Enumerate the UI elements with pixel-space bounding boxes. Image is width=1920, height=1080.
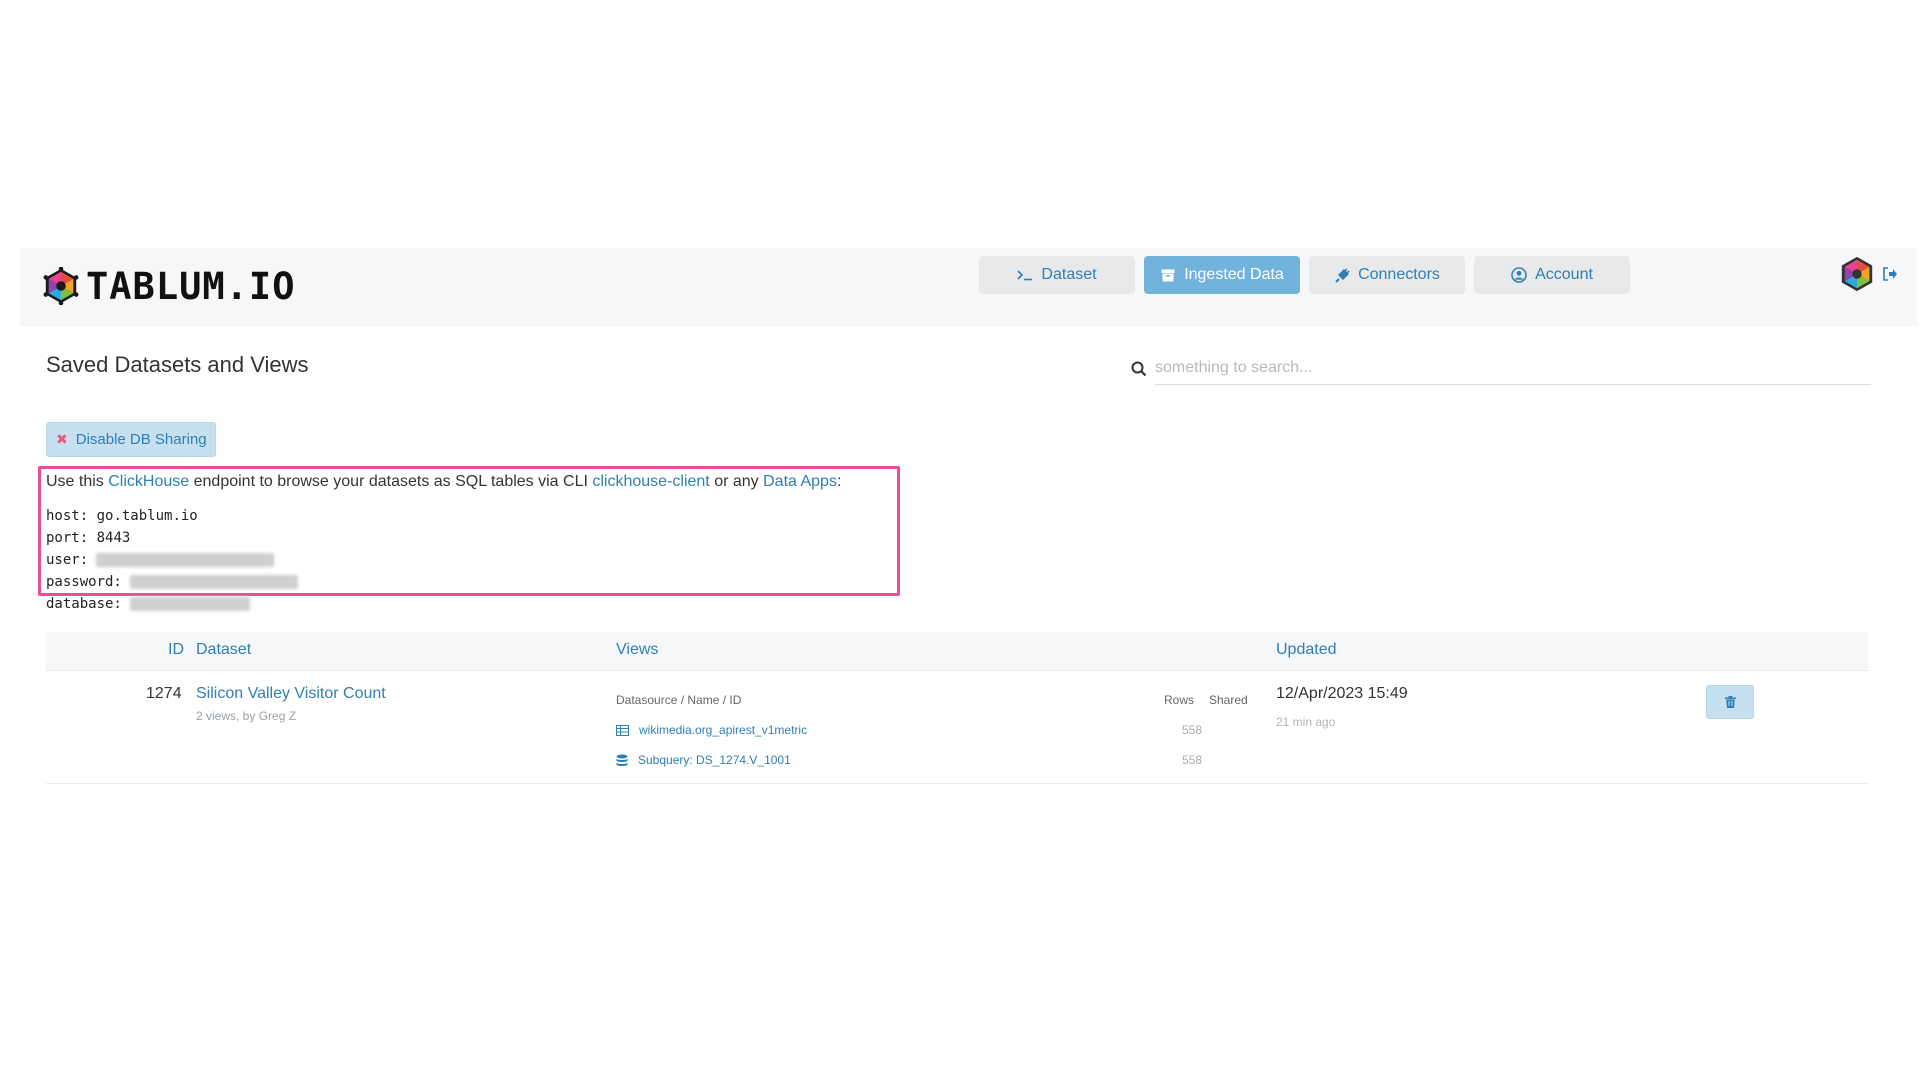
table-icon [616,724,629,736]
search-bar [1131,352,1871,388]
nav-ingested-data-label: Ingested Data [1184,266,1284,283]
brand-logo[interactable]: TABLUM.IO [42,256,295,316]
view-item-label: wikimedia.org_apirest_v1metric [639,723,808,737]
dataset-meta: 2 views, by Greg Z [196,709,297,723]
header-views[interactable]: Views [616,641,658,659]
user-avatar[interactable] [1838,255,1876,293]
database-label: database: [46,596,122,612]
logout-icon[interactable] [1882,267,1898,281]
user-label: user: [46,552,89,568]
nav-dataset-label: Dataset [1041,266,1097,283]
disable-db-sharing-label: Disable DB Sharing [75,431,207,448]
password-value-redacted [129,575,298,589]
trash-icon [1724,696,1736,708]
user-area [1838,255,1898,293]
user-row: user: [46,549,298,571]
user-circle-icon [1511,267,1527,283]
search-input[interactable] [1155,352,1871,385]
nav-connectors-button[interactable]: Connectors [1309,256,1465,294]
nav-account-button[interactable]: Account [1474,256,1630,294]
endpoint-info-box: Use this ClickHouse endpoint to browse y… [38,466,900,612]
view-item[interactable]: wikimedia.org_apirest_v1metric [616,723,807,737]
updated-relative: 21 min ago [1276,715,1336,729]
brand-name: TABLUM.IO [86,264,296,308]
endpoint-text-4: : [836,473,842,490]
endpoint-description: Use this ClickHouse endpoint to browse y… [46,473,841,491]
shared-subheader: Shared [1209,693,1248,707]
port-label: port: [46,530,89,546]
close-icon: ✖ [56,431,68,447]
archive-icon [1160,267,1176,283]
clickhouse-client-link[interactable]: clickhouse-client [592,473,709,490]
views-subheader: Datasource / Name / ID [616,693,742,707]
port-value: 8443 [96,530,131,546]
database-icon [616,754,628,766]
password-label: password: [46,574,122,590]
password-row: password: [46,571,298,593]
endpoint-text-2: endpoint to browse your datasets as SQL … [189,473,593,490]
disable-db-sharing-button[interactable]: ✖ Disable DB Sharing [46,422,216,457]
header-dataset[interactable]: Dataset [196,641,251,659]
clickhouse-link[interactable]: ClickHouse [108,473,189,490]
table-header: ID Dataset Views Updated [46,632,1868,671]
host-row: host: go.tablum.io [46,505,298,527]
app-window: TABLUM.IO Dataset Ingested Data Connecto… [20,248,1918,786]
dataset-id: 1274 [146,685,182,702]
updated-date: 12/Apr/2023 15:49 [1276,685,1408,702]
tablum-logo-icon [43,267,79,305]
credentials-block: host: go.tablum.io port: 8443 user: pass… [46,505,298,615]
rows-subheader: Rows [1164,693,1195,707]
nav-connectors-label: Connectors [1358,266,1440,283]
terminal-icon [1017,267,1033,283]
table-row: 1274 Silicon Valley Visitor Count 2 view… [46,671,1868,784]
view-row-count: 558 [1182,723,1203,737]
search-icon [1131,361,1147,377]
datasets-table: ID Dataset Views Updated 1274 Silicon Va… [46,632,1868,784]
data-apps-link[interactable]: Data Apps [763,473,837,490]
nav-account-label: Account [1535,266,1593,283]
view-item[interactable]: Subquery: DS_1274.V_1001 [616,753,791,767]
database-row: database: [46,593,298,615]
view-item-label: Subquery: DS_1274.V_1001 [638,753,791,767]
header-id[interactable]: ID [168,641,184,659]
view-row-count: 558 [1182,753,1203,767]
host-value: go.tablum.io [96,508,198,524]
host-label: host: [46,508,89,524]
nav-ingested-data-button[interactable]: Ingested Data [1144,256,1300,294]
header-updated[interactable]: Updated [1276,641,1337,659]
database-value-redacted [129,597,250,611]
endpoint-text-1: Use this [46,473,109,490]
dataset-name-link[interactable]: Silicon Valley Visitor Count [196,685,386,703]
delete-dataset-button[interactable] [1706,685,1754,719]
main-nav: Dataset Ingested Data Connectors Account [979,256,1630,294]
user-value-redacted [96,553,275,567]
top-bar: TABLUM.IO Dataset Ingested Data Connecto… [20,248,1918,326]
page-title: Saved Datasets and Views [46,352,309,377]
endpoint-text-3: or any [709,473,764,490]
nav-dataset-button[interactable]: Dataset [979,256,1135,294]
port-row: port: 8443 [46,527,298,549]
plug-icon [1334,267,1350,283]
